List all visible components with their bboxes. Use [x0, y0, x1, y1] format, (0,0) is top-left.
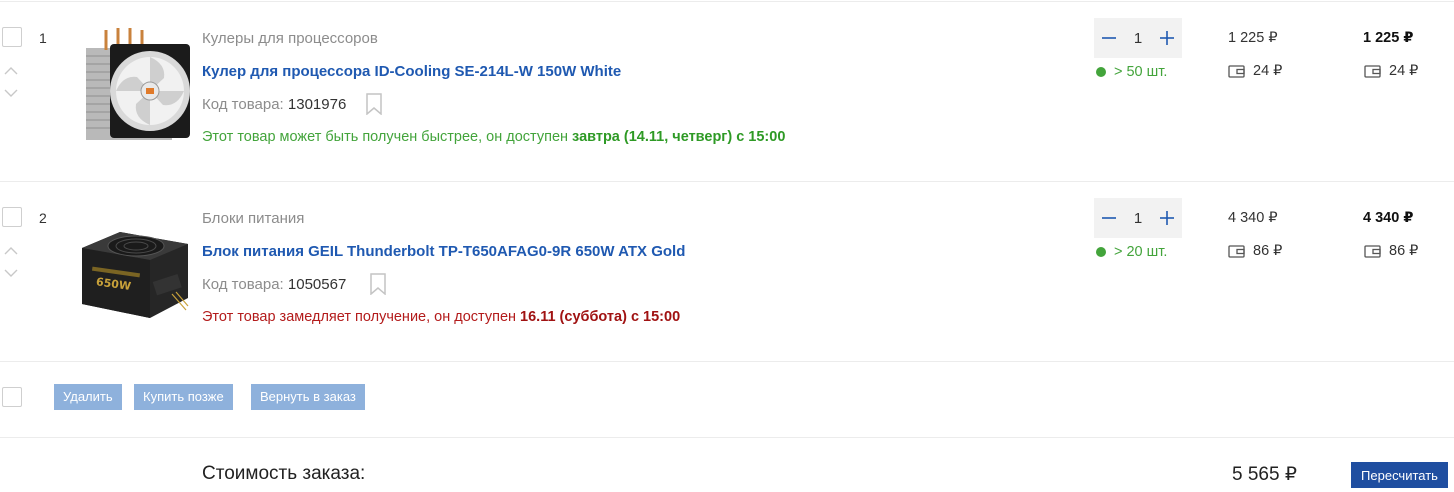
increase-button[interactable] [1152, 18, 1182, 58]
minus-icon [1102, 217, 1116, 219]
decrease-button[interactable] [1094, 198, 1124, 238]
delete-button[interactable]: Удалить [54, 384, 122, 410]
wallet-icon [1228, 244, 1245, 258]
in-stock-dot-icon [1096, 67, 1106, 77]
item-category: Кулеры для процессоров [202, 30, 378, 47]
availability-date: 16.11 (суббота) с 15:00 [520, 309, 681, 325]
move-up-icon[interactable] [4, 246, 18, 256]
row-divider [0, 361, 1454, 362]
increase-button[interactable] [1152, 198, 1182, 238]
item-code-label: Код товара: [202, 96, 284, 113]
move-up-icon[interactable] [4, 66, 18, 76]
quantity-stepper: 1 [1094, 18, 1182, 58]
buy-later-button[interactable]: Купить позже [134, 384, 233, 410]
item-code-value: 1050567 [287, 276, 347, 293]
move-down-icon[interactable] [4, 88, 18, 98]
item-sum: 4 340 ₽ [1363, 210, 1414, 226]
item-checkbox[interactable] [2, 207, 22, 227]
stock-indicator: > 20 шт. [1096, 244, 1167, 260]
row-divider [0, 437, 1454, 438]
power-supply-image[interactable]: 650W [76, 216, 192, 332]
availability-text: Этот товар замедляет получение, он досту… [202, 309, 521, 325]
item-sum: 1 225 ₽ [1363, 30, 1414, 46]
stock-count: > 20 шт. [1114, 244, 1168, 260]
quantity-value[interactable]: 1 [1134, 30, 1142, 47]
plus-icon [1160, 31, 1174, 45]
item-checkbox[interactable] [2, 27, 22, 47]
item-title-link[interactable]: Кулер для процессора ID-Cooling SE-214L-… [202, 63, 621, 80]
item-number: 2 [39, 210, 47, 226]
quantity-value[interactable]: 1 [1134, 210, 1142, 227]
wallet-icon [1364, 244, 1381, 258]
stock-count: > 50 шт. [1114, 64, 1168, 80]
return-to-order-button[interactable]: Вернуть в заказ [251, 384, 365, 410]
sum-bonus-value: 24 ₽ [1389, 63, 1419, 79]
quantity-stepper: 1 [1094, 198, 1182, 238]
cart-item-row: 1 Кулеры для процессоров Кулер для проце… [0, 2, 1454, 182]
item-code-value: 1301976 [287, 96, 347, 113]
price-bonus-value: 24 ₽ [1253, 63, 1283, 79]
recalculate-button[interactable]: Пересчитать [1351, 462, 1448, 488]
availability-text: Этот товар может быть получен быстрее, о… [202, 129, 573, 145]
order-total-label: Стоимость заказа: [202, 463, 366, 484]
bookmark-icon[interactable] [369, 273, 387, 295]
cpu-cooler-image[interactable] [76, 26, 192, 142]
availability-notice: Этот товар замедляет получение, он досту… [202, 309, 680, 325]
item-code: Код товара: 1050567 [202, 276, 346, 293]
sum-bonus-value: 86 ₽ [1389, 243, 1419, 259]
item-price: 4 340 ₽ [1228, 210, 1278, 226]
move-down-icon[interactable] [4, 268, 18, 278]
bookmark-icon[interactable] [365, 93, 383, 115]
select-all-checkbox[interactable] [2, 387, 22, 407]
stock-indicator: > 50 шт. [1096, 64, 1167, 80]
item-code: Код товара: 1301976 [202, 96, 346, 113]
minus-icon [1102, 37, 1116, 39]
item-title-link[interactable]: Блок питания GEIL Thunderbolt TP-T650AFA… [202, 243, 685, 260]
availability-date: завтра (14.11, четверг) с 15:00 [572, 129, 786, 145]
price-bonus-value: 86 ₽ [1253, 243, 1283, 259]
order-total-value: 5 565 ₽ [1232, 464, 1297, 485]
item-price: 1 225 ₽ [1228, 30, 1278, 46]
sum-bonus: 86 ₽ [1364, 243, 1418, 259]
plus-icon [1160, 211, 1174, 225]
cart-item-row: 2 650W Блоки питания Блок питания GEIL T… [0, 182, 1454, 362]
item-code-label: Код товара: [202, 276, 284, 293]
item-number: 1 [39, 30, 47, 46]
availability-notice: Этот товар может быть получен быстрее, о… [202, 129, 785, 145]
sum-bonus: 24 ₽ [1364, 63, 1418, 79]
wallet-icon [1228, 64, 1245, 78]
wallet-icon [1364, 64, 1381, 78]
price-bonus: 86 ₽ [1228, 243, 1282, 259]
price-bonus: 24 ₽ [1228, 63, 1282, 79]
decrease-button[interactable] [1094, 18, 1124, 58]
item-category: Блоки питания [202, 210, 305, 227]
in-stock-dot-icon [1096, 247, 1106, 257]
